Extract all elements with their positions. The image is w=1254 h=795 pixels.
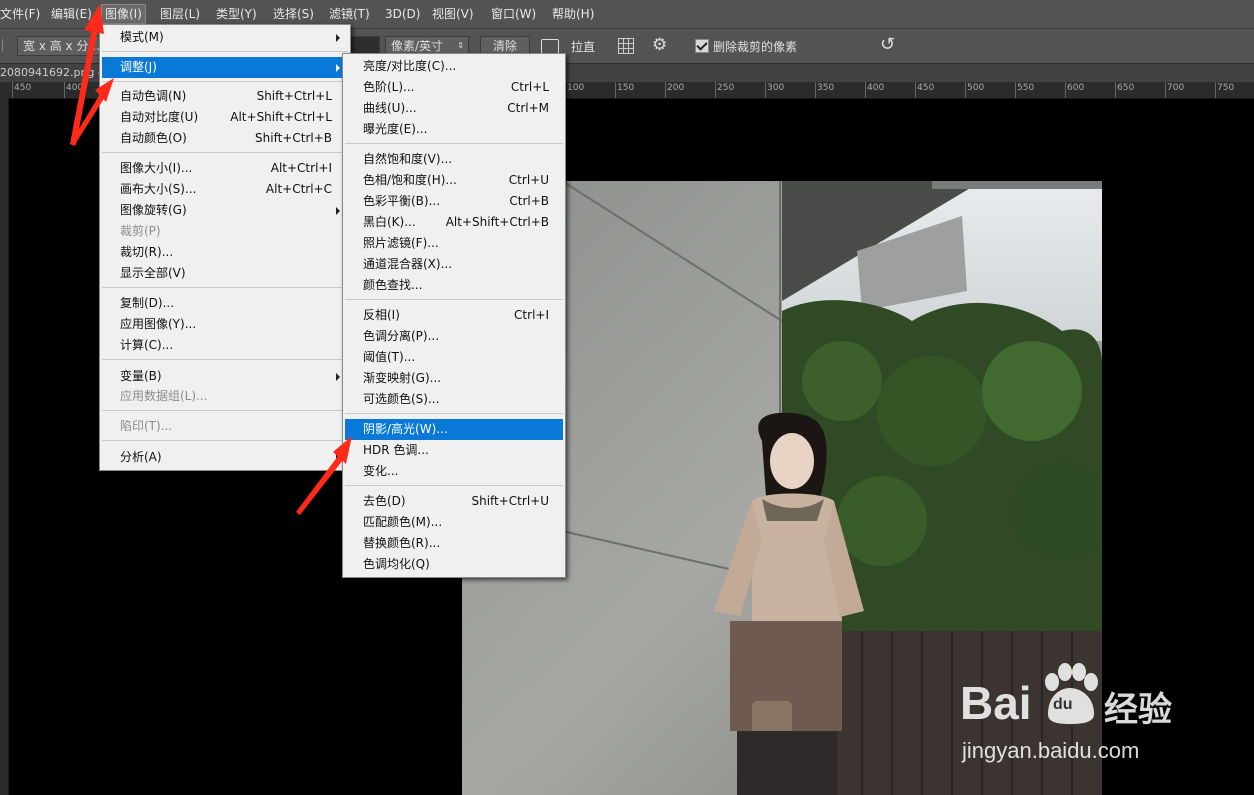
annotation-arrow-icon bbox=[296, 436, 352, 515]
paw-logo-icon bbox=[1045, 663, 1098, 724]
watermark-paw-text: du bbox=[1053, 696, 1073, 713]
baidu-watermark: Bai du 经验 jingyan.baidu.com bbox=[960, 650, 1200, 770]
watermark-brand: Bai bbox=[960, 677, 1032, 729]
watermark-cn: 经验 bbox=[1104, 690, 1172, 730]
watermark-url: jingyan.baidu.com bbox=[962, 738, 1140, 763]
